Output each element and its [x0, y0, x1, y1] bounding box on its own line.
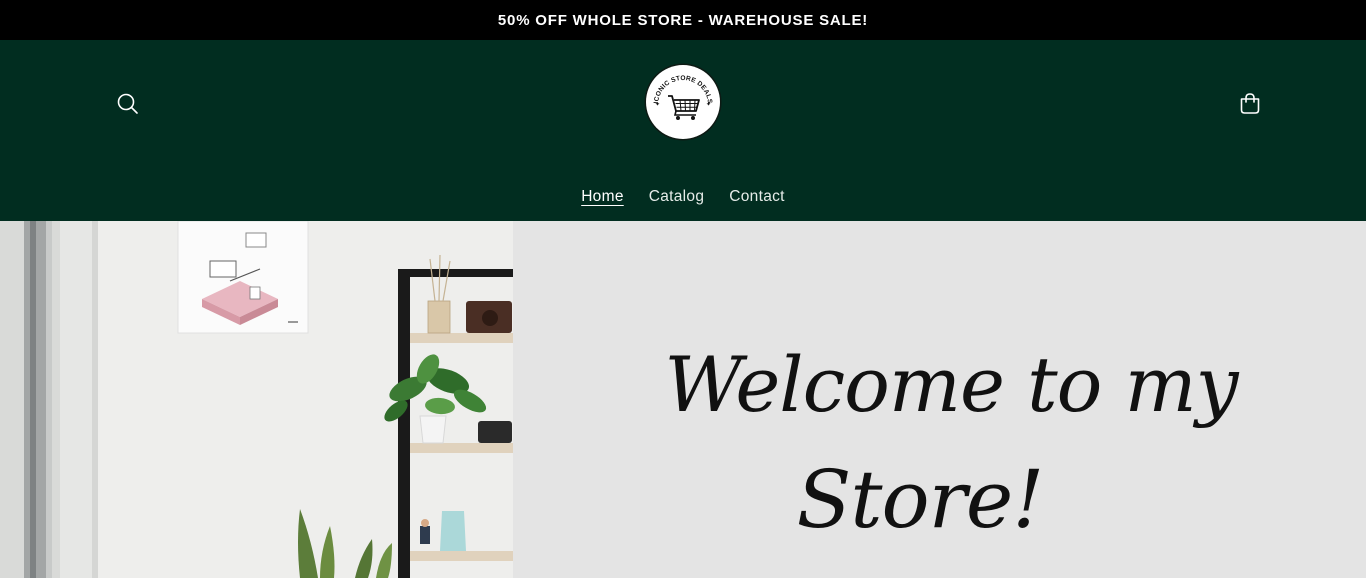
- nav-item-home[interactable]: Home: [581, 188, 624, 208]
- cart-button[interactable]: [1236, 90, 1264, 118]
- cart-icon: [1240, 93, 1260, 114]
- search-button[interactable]: [114, 90, 142, 118]
- announcement-bar: 50% OFF WHOLE STORE - WAREHOUSE SALE!: [0, 0, 1366, 40]
- welcome-line-2: Store!: [797, 453, 1044, 546]
- store-logo[interactable]: ICONIC STORE DEALS ✦ ✦: [646, 65, 720, 139]
- svg-text:✦: ✦: [706, 101, 711, 108]
- logo-image: ICONIC STORE DEALS ✦ ✦: [653, 75, 713, 120]
- svg-text:✦: ✦: [655, 101, 660, 108]
- site-header: ICONIC STORE DEALS ✦ ✦ Home Catalog Cont…: [0, 40, 1366, 221]
- welcome-line-1: Welcome to my: [664, 340, 1239, 429]
- search-icon: [117, 93, 138, 114]
- hero-welcome-panel: Welcome to my Store!: [513, 221, 1366, 578]
- main-nav: Home Catalog Contact: [0, 188, 1366, 208]
- nav-item-contact[interactable]: Contact: [729, 188, 785, 208]
- nav-item-catalog[interactable]: Catalog: [649, 188, 705, 208]
- announcement-text: 50% OFF WHOLE STORE - WAREHOUSE SALE!: [497, 11, 869, 29]
- hero-banner: Welcome to my Store!: [0, 221, 1366, 578]
- welcome-heading: Welcome to my Store!: [664, 340, 1240, 546]
- hero-photo: [0, 221, 513, 578]
